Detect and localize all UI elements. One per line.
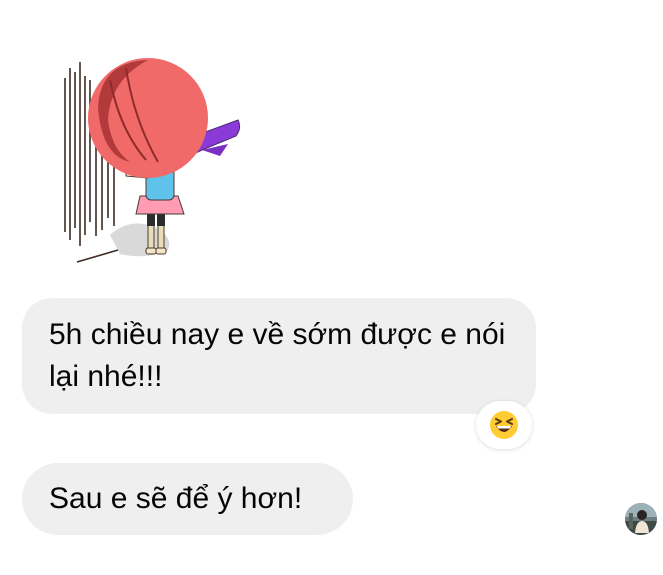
avatar-icon (625, 503, 657, 535)
message-text: Sau e sẽ để ý hơn! (49, 482, 303, 515)
message-reaction[interactable] (476, 401, 532, 449)
grinning-squinting-face-icon (490, 411, 518, 439)
read-receipt-avatar (625, 503, 657, 535)
message-text: 5h chiều nay e về sớm được e nói lại nhé… (49, 318, 506, 393)
sticker-message[interactable] (50, 50, 260, 275)
message-bubble[interactable]: 5h chiều nay e về sớm được e nói lại nhé… (22, 298, 536, 414)
message-bubble[interactable]: Sau e sẽ để ý hơn! (22, 463, 353, 535)
sticker-girl-facing-wall-icon (64, 58, 241, 263)
